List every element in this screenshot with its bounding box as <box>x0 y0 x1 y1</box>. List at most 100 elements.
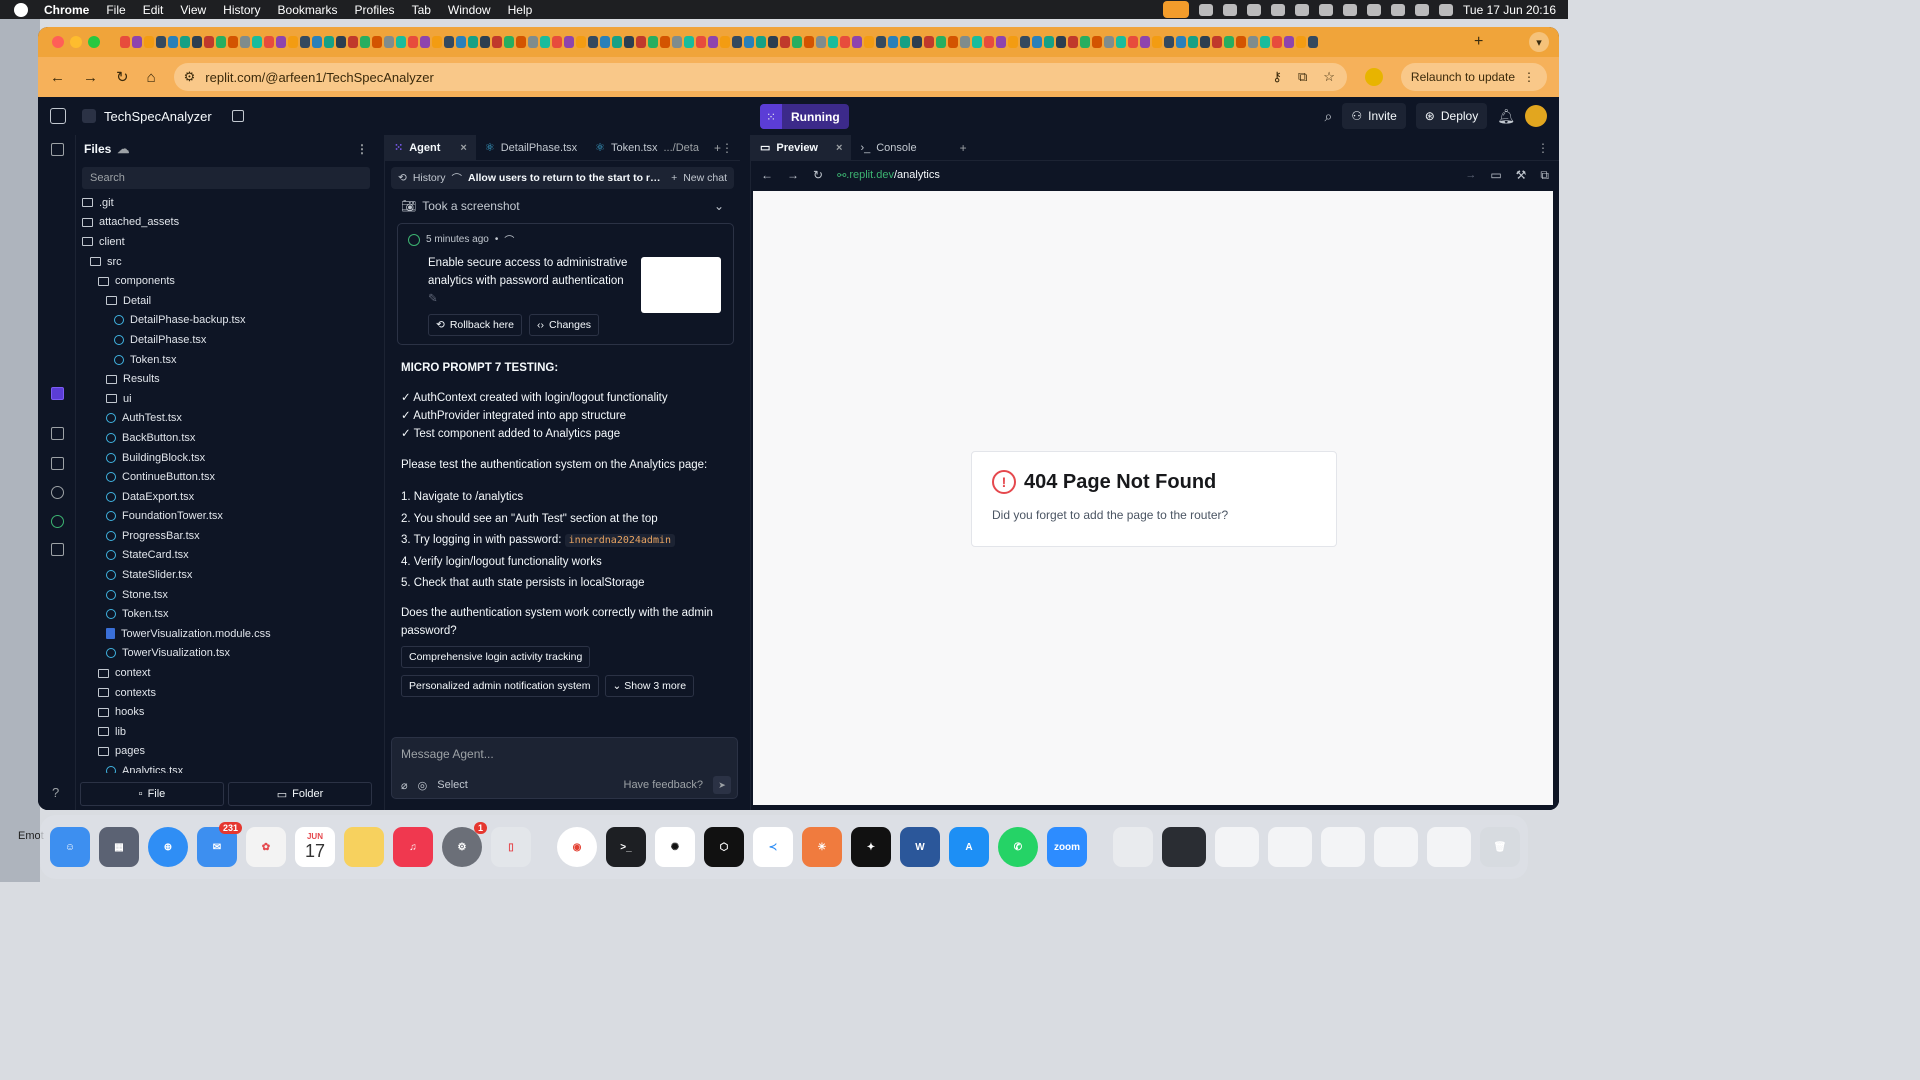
tab-favicon-icon[interactable] <box>264 36 274 48</box>
headphones-icon[interactable] <box>1367 3 1382 16</box>
tab-preview[interactable]: ▭ Preview × <box>751 134 852 161</box>
app-store-icon[interactable]: A <box>949 827 989 867</box>
open-new-tab-icon[interactable]: ⧉ <box>1540 168 1549 183</box>
layout-icon[interactable] <box>231 110 244 122</box>
back-icon[interactable]: ← <box>761 168 773 182</box>
tab-favicon-icon[interactable] <box>192 36 202 48</box>
go-icon[interactable]: → <box>1465 169 1476 181</box>
tab-favicon-icon[interactable] <box>840 36 850 48</box>
menu-history[interactable]: History <box>223 3 260 17</box>
notifications-icon[interactable]: 🔔︎ <box>1497 108 1515 125</box>
tab-favicon-icon[interactable] <box>336 36 346 48</box>
tab-favicon-icon[interactable] <box>132 36 142 48</box>
menu-window[interactable]: Window <box>448 3 491 17</box>
tab-favicon-icon[interactable] <box>1260 36 1270 48</box>
attach-icon[interactable]: ⌀ <box>401 779 408 792</box>
system-settings-icon[interactable]: ⚙ 1 <box>442 822 487 867</box>
chrome-icon[interactable]: ◉ <box>557 827 597 867</box>
folder-row[interactable]: Detail <box>76 291 368 311</box>
tab-console[interactable]: ›_ Console <box>851 135 925 161</box>
file-row[interactable]: TowerVisualization.module.css <box>76 624 368 644</box>
run-button[interactable]: ⁙ Running <box>760 104 849 129</box>
tab-agent[interactable]: ⁙ Agent × <box>385 134 476 161</box>
menu-help[interactable]: Help <box>508 3 533 17</box>
zoom-status-icon[interactable] <box>1199 3 1214 16</box>
devtools-icon[interactable]: ⚒ <box>1516 168 1527 182</box>
tab-favicon-icon[interactable] <box>996 36 1006 48</box>
tab-favicon-icon[interactable] <box>252 36 262 48</box>
close-window-icon[interactable] <box>52 36 64 48</box>
tab-favicon-icon[interactable] <box>864 36 874 48</box>
tab-favicon-icon[interactable] <box>756 36 766 48</box>
tab-favicon-icon[interactable] <box>744 36 754 48</box>
add-tab-icon[interactable]: + <box>960 141 967 155</box>
new-chat-button[interactable]: New chat <box>683 172 727 184</box>
close-tab-icon[interactable]: × <box>836 142 842 154</box>
feedback-link[interactable]: Have feedback? <box>624 779 704 791</box>
iphone-mirroring-icon[interactable]: ▯ <box>491 827 531 867</box>
tab-favicon-icon[interactable] <box>1044 36 1054 48</box>
tab-favicon-icon[interactable] <box>1152 36 1162 48</box>
files-menu-icon[interactable]: ⋮ <box>356 142 368 156</box>
suggestion-chip[interactable]: Personalized admin notification system <box>401 674 599 697</box>
add-tab-icon[interactable]: + <box>714 141 721 155</box>
reload-icon[interactable]: ↻ <box>813 168 823 182</box>
tab-favicon-icon[interactable] <box>948 36 958 48</box>
tab-favicon-icon[interactable] <box>912 36 922 48</box>
tab-favicon-icon[interactable] <box>1164 36 1174 48</box>
preview-frame[interactable]: ! 404 Page Not Found Did you forget to ad… <box>753 191 1553 805</box>
window-thumbnail[interactable] <box>1215 827 1259 867</box>
preview-icon[interactable] <box>51 427 64 440</box>
show-more-button[interactable]: ⌄ Show 3 more <box>604 674 695 697</box>
tab-favicon-icon[interactable] <box>444 36 454 48</box>
tab-favicon-icon[interactable] <box>648 36 658 48</box>
relaunch-button[interactable]: Relaunch to update ⋮ <box>1400 63 1547 91</box>
tab-favicon-icon[interactable] <box>288 36 298 48</box>
microphone-icon[interactable] <box>1163 1 1190 18</box>
wifi-off-icon[interactable] <box>1391 3 1406 16</box>
tab-favicon-icon[interactable] <box>696 36 706 48</box>
tab-favicon-icon[interactable] <box>852 36 862 48</box>
select-element-icon[interactable]: ◎ <box>418 779 428 792</box>
finder-icon[interactable]: ☺ <box>50 827 90 867</box>
tab-favicon-icon[interactable] <box>792 36 802 48</box>
tab-favicon-icon[interactable] <box>1008 36 1018 48</box>
file-row[interactable]: StateCard.tsx <box>76 546 368 566</box>
brightness-icon[interactable] <box>1223 3 1238 16</box>
tab-favicon-icon[interactable] <box>1128 36 1138 48</box>
tab-favicon-icon[interactable] <box>1068 36 1078 48</box>
tab-favicon-icon[interactable] <box>120 36 130 48</box>
forward-icon[interactable]: → <box>787 168 799 182</box>
archive-icon[interactable] <box>1113 827 1153 867</box>
chat-summary[interactable]: Allow users to return to the start to re… <box>468 172 665 184</box>
music-icon[interactable]: ♫ <box>393 827 433 867</box>
tab-favicon-icon[interactable] <box>600 36 610 48</box>
photos-icon[interactable]: ✿ <box>246 827 286 867</box>
tab-favicon-icon[interactable] <box>1284 36 1294 48</box>
tab-favicon-icon[interactable] <box>324 36 334 48</box>
tab-favicon-icon[interactable] <box>684 36 694 48</box>
tab-favicon-icon[interactable] <box>480 36 490 48</box>
menu-view[interactable]: View <box>180 3 206 17</box>
tab-favicon-icon[interactable] <box>588 36 598 48</box>
tab-favicon-icon[interactable] <box>1236 36 1246 48</box>
file-row[interactable]: DetailPhase-backup.tsx <box>76 311 368 331</box>
files-icon[interactable] <box>51 143 64 156</box>
claude-icon[interactable]: ✳ <box>802 827 842 867</box>
site-info-icon[interactable]: ⚙ <box>184 69 196 85</box>
pane-menu-icon[interactable]: ⋮ <box>721 141 733 155</box>
drive-icon[interactable] <box>1271 3 1286 16</box>
preview-url-bar[interactable]: ⚯ .replit.dev/analytics → <box>837 164 1476 186</box>
message-composer[interactable]: Message Agent... ⌀ ◎ Select Have feedbac… <box>391 737 738 799</box>
console-icon[interactable] <box>51 457 64 470</box>
tab-favicon-icon[interactable] <box>1248 36 1258 48</box>
file-row[interactable]: Token.tsx <box>76 604 368 624</box>
address-bar[interactable]: ⚙ replit.com/@arfeen1/TechSpecAnalyzer ⚷… <box>173 63 1347 91</box>
folder-row[interactable]: attached_assets <box>76 213 368 233</box>
home-icon[interactable] <box>50 108 66 124</box>
search-icon[interactable]: ⌕ <box>1325 108 1333 125</box>
tab-favicon-icon[interactable] <box>1140 36 1150 48</box>
invite-button[interactable]: ⚇ Invite <box>1342 103 1406 129</box>
tab-favicon-icon[interactable] <box>420 36 430 48</box>
new-file-button[interactable]: ▫ File <box>80 782 224 806</box>
